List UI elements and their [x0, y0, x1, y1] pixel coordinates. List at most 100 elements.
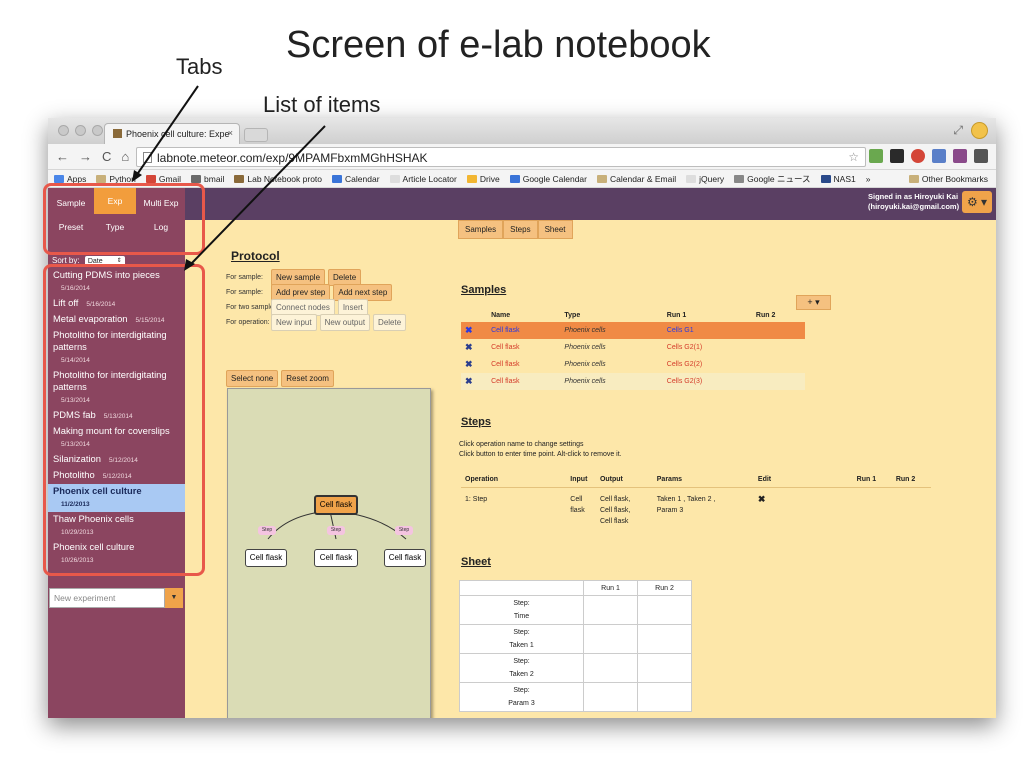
- menu-icon[interactable]: [974, 149, 988, 163]
- steps-header-cell: Run 1: [852, 473, 892, 488]
- samples-header-cell: Type: [564, 311, 581, 319]
- profile-avatar-icon[interactable]: [971, 122, 988, 139]
- signed-in-info: Signed in as Hiroyuki Kai (hiroyuki.kai@…: [868, 192, 959, 212]
- sheet-header-row: Run 1 Run 2: [459, 580, 692, 596]
- sheet-cell-run-1[interactable]: [583, 595, 638, 625]
- step-params-line: Param 3: [656, 506, 684, 514]
- minimize-window-button[interactable]: [75, 125, 86, 136]
- url-text: labnote.meteor.com/exp/9MPAMFbxmMGhHSHAK: [157, 151, 428, 165]
- reset-zoom-button[interactable]: Reset zoom: [281, 370, 334, 387]
- step-operation[interactable]: 1: Step: [461, 487, 566, 527]
- protocol-button[interactable]: New input: [271, 314, 317, 331]
- bookmark-icon: [332, 174, 343, 183]
- bookmark-item[interactable]: Calendar: [332, 174, 380, 184]
- samples-header-cell: Run 2: [755, 311, 776, 319]
- new-experiment-input[interactable]: New experiment: [49, 588, 165, 608]
- sheet-button[interactable]: Sheet: [537, 220, 573, 239]
- delete-sample-icon[interactable]: ✖: [461, 356, 487, 373]
- fullscreen-icon[interactable]: ⤢: [953, 123, 963, 138]
- sheet-cell-run-2[interactable]: [637, 595, 692, 625]
- bookmark-icon: [234, 174, 245, 183]
- step-input: Cell flask: [566, 487, 596, 527]
- forward-icon[interactable]: →: [79, 149, 92, 164]
- annotation-list-of-items: List of items: [263, 92, 381, 117]
- bookmark-item[interactable]: NAS1: [820, 174, 856, 184]
- step-run-2[interactable]: [892, 487, 931, 527]
- close-window-button[interactable]: [58, 125, 69, 136]
- graph-step-3[interactable]: Step: [395, 526, 413, 535]
- bookmark-star-icon[interactable]: ☆: [848, 150, 859, 164]
- bookmark-label: Drive: [479, 173, 500, 184]
- bookmark-item[interactable]: Apps: [54, 174, 86, 184]
- other-bookmarks[interactable]: Other Bookmarks: [908, 174, 988, 184]
- bookmark-item[interactable]: »: [866, 174, 871, 184]
- extension-icon-1[interactable]: [869, 149, 883, 163]
- protocol-graph[interactable]: Cell flask Step Step Step Cell flask Cel…: [227, 388, 431, 718]
- samples-cell: Cell flask: [491, 361, 520, 368]
- protocol-button[interactable]: New output: [319, 314, 371, 331]
- bookmark-item[interactable]: Google ニュース: [734, 173, 811, 185]
- graph-step-2[interactable]: Step: [327, 526, 345, 535]
- bookmark-item[interactable]: jQuery: [686, 174, 724, 184]
- delete-sample-icon[interactable]: ✖: [461, 339, 487, 356]
- extension-icon-5[interactable]: [953, 149, 967, 163]
- bookmark-item[interactable]: Lab Notebook proto: [234, 174, 322, 184]
- address-bar[interactable]: labnote.meteor.com/exp/9MPAMFbxmMGhHSHAK…: [136, 147, 866, 167]
- zoom-window-button[interactable]: [92, 125, 103, 136]
- new-experiment: New experiment ▼: [48, 588, 185, 610]
- extension-icon-2[interactable]: [890, 149, 904, 163]
- settings-gear-button[interactable]: ⚙ ▾: [962, 191, 992, 213]
- extension-icon-4[interactable]: [932, 149, 946, 163]
- reload-icon[interactable]: C: [102, 149, 111, 164]
- sheet-title: Sheet: [461, 556, 491, 568]
- steps-button[interactable]: Steps: [503, 220, 538, 239]
- samples-row[interactable]: ✖ Cell flask Phoenix cells Cells G2(3): [461, 373, 805, 390]
- sheet-cell-run-1[interactable]: [583, 682, 638, 712]
- bookmark-icon: [191, 174, 202, 183]
- graph-node-child-1[interactable]: Cell flask: [245, 549, 287, 567]
- bookmark-item[interactable]: Google Calendar: [509, 174, 587, 184]
- title-bar: Phoenix cell culture: Expe × ⤢: [48, 118, 996, 144]
- graph-node-child-2[interactable]: Cell flask: [314, 549, 358, 567]
- extension-icon-3[interactable]: [911, 149, 925, 163]
- bookmark-item[interactable]: Calendar & Email: [596, 174, 676, 184]
- graph-node-main[interactable]: Cell flask: [314, 495, 358, 515]
- samples-button[interactable]: Samples: [458, 220, 504, 239]
- delete-sample-icon[interactable]: ✖: [461, 322, 488, 339]
- new-tab-button[interactable]: [244, 128, 268, 142]
- bookmark-item[interactable]: bmail: [191, 174, 224, 184]
- new-experiment-dropdown-button[interactable]: ▼: [165, 588, 183, 608]
- steps-header-cell: Output: [595, 473, 653, 488]
- bookmark-item[interactable]: Article Locator: [389, 174, 457, 184]
- browser-tab[interactable]: Phoenix cell culture: Expe ×: [104, 123, 240, 144]
- sheet-cell-run-2[interactable]: [637, 653, 692, 683]
- tab-close-icon[interactable]: ×: [228, 128, 233, 138]
- protocol-button[interactable]: Delete: [373, 314, 407, 331]
- sheet-row-label-line: Time: [513, 613, 530, 620]
- delete-sample-icon[interactable]: ✖: [461, 373, 488, 390]
- samples-row[interactable]: ✖ Cell flask Phoenix cells Cells G1: [461, 322, 805, 339]
- bookmark-item[interactable]: Gmail: [145, 174, 181, 184]
- delete-step-icon[interactable]: ✖: [754, 487, 853, 527]
- home-icon[interactable]: ⌂: [121, 149, 129, 164]
- annotation-box-list: [43, 264, 205, 576]
- sheet-row-label-line: Step:: [513, 658, 530, 665]
- back-icon[interactable]: ←: [56, 149, 69, 164]
- sheet-cell-run-2[interactable]: [637, 624, 692, 654]
- bookmark-item[interactable]: Python: [96, 174, 136, 184]
- graph-step-1[interactable]: Step: [258, 526, 276, 535]
- step-run-1[interactable]: [853, 487, 892, 527]
- samples-row[interactable]: ✖ Cell flask Phoenix cells Cells G2(1): [461, 339, 805, 356]
- bookmark-label: »: [865, 173, 871, 184]
- sheet-cell-run-2[interactable]: [637, 682, 692, 712]
- bookmark-label: bmail: [204, 173, 225, 184]
- samples-cell: Phoenix cells: [564, 361, 606, 368]
- sheet-cell-run-1[interactable]: [583, 653, 638, 683]
- bookmark-item[interactable]: Drive: [466, 173, 500, 184]
- select-none-button[interactable]: Select none: [226, 370, 279, 387]
- samples-row[interactable]: ✖ Cell flask Phoenix cells Cells G2(2): [461, 356, 805, 373]
- sheet-cell-run-1[interactable]: [583, 624, 638, 654]
- bookmark-icon: [734, 174, 745, 183]
- graph-node-child-3[interactable]: Cell flask: [384, 549, 426, 567]
- bookmark-icon: [820, 174, 831, 183]
